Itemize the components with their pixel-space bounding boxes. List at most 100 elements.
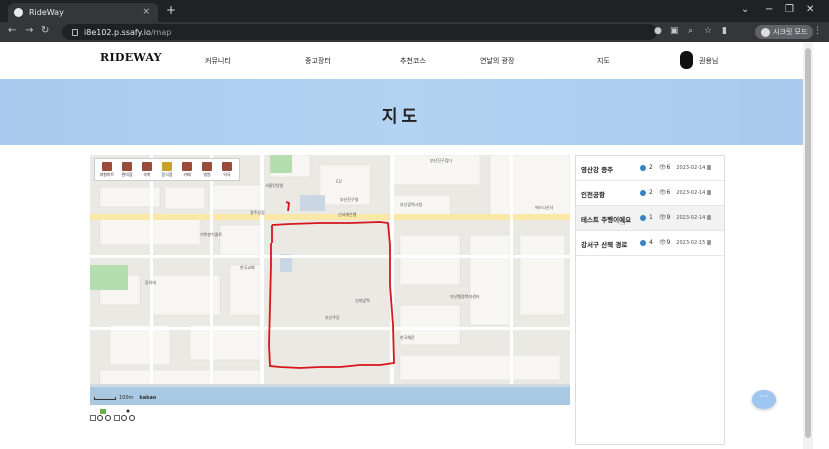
tab-close-icon[interactable]: × — [142, 7, 150, 17]
url-input[interactable]: i8e102.p.ssafy.io/map — [62, 24, 657, 40]
cyclist-icon — [121, 409, 135, 421]
address-bar-row: ← → ↻ i8e102.p.ssafy.io/map ● ▣ ⌕ ☆ ▮ 시크… — [0, 22, 829, 42]
location-icon[interactable]: ● — [654, 26, 662, 36]
like-icon — [640, 164, 646, 171]
trash-icon[interactable] — [707, 215, 712, 220]
nav-recommended-course[interactable]: 추천코스 — [400, 56, 426, 66]
category-convenience[interactable]: 편의점 — [117, 160, 137, 179]
course-item[interactable]: 테스트 주행이에요 1 👁 9 2023-02-14 — [576, 206, 724, 231]
scrollbar-thumb[interactable] — [805, 48, 811, 438]
view-icon: 👁 — [658, 189, 667, 196]
map-label: 한국해운 — [400, 335, 415, 340]
course-list: 영산강 종주 2 👁 6 2023-02-14 인천공항 2 👁 6 2023-02… — [575, 155, 725, 445]
category-hospital[interactable]: 병원 — [197, 160, 217, 179]
like-icon — [640, 189, 646, 196]
course-date: 2023-02-14 — [676, 164, 706, 171]
map-label: 신대앞역 — [355, 298, 370, 303]
back-arrow-icon[interactable]: ← — [8, 25, 16, 36]
view-icon: 👁 — [658, 214, 667, 221]
like-icon — [640, 214, 646, 221]
hospital-icon — [202, 162, 212, 171]
reload-icon[interactable]: ↻ — [41, 25, 49, 36]
translate-icon[interactable]: ▣ — [670, 26, 679, 36]
maximize-button[interactable]: ❐ — [785, 4, 794, 15]
site-header: RIDEWAY 커뮤니티 중고장터 추천코스 연날의 광장 지도 권용님 — [0, 42, 803, 79]
forward-arrow-icon[interactable]: → — [25, 25, 33, 36]
view-icon: 👁 — [658, 239, 667, 246]
rideway-favicon-icon — [14, 8, 23, 17]
map-label: 서울탄양원 — [265, 183, 284, 188]
tab-search-icon[interactable]: ⌄ — [741, 4, 749, 15]
nav-community[interactable]: 커뮤니티 — [205, 56, 231, 66]
course-meta: 4 👁 9 2023-02-15 — [640, 239, 712, 246]
incognito-icon — [761, 27, 770, 37]
new-tab-button[interactable]: + — [166, 3, 176, 17]
course-meta: 1 👁 9 2023-02-14 — [640, 214, 712, 221]
trash-icon[interactable] — [707, 190, 712, 195]
bicycle-icon — [97, 409, 111, 421]
course-item[interactable]: 인천공항 2 👁 6 2023-02-14 — [576, 181, 724, 206]
category-lodging[interactable]: 숙박 — [137, 160, 157, 179]
map-label: 부산진구립다 — [430, 158, 453, 163]
browser-tab-bar: RideWay × + ⌄ − ❐ ✕ — [0, 0, 829, 22]
restaurant-icon — [162, 162, 172, 171]
bookmark-star-icon[interactable]: ☆ — [704, 26, 712, 36]
course-item[interactable]: 영산강 종주 2 👁 6 2023-02-14 — [576, 156, 724, 181]
mart-icon — [102, 162, 112, 171]
site-logo[interactable]: RIDEWAY — [100, 51, 162, 64]
kakao-logo: kakao — [139, 395, 157, 401]
course-meta: 2 👁 6 2023-02-14 — [640, 164, 712, 171]
category-pharmacy[interactable]: 약국 — [217, 160, 237, 179]
profile-label: 시크릿 모드 — [773, 28, 808, 36]
map-label: 부산진구청 — [340, 197, 359, 202]
incognito-profile-button[interactable]: 시크릿 모드 — [755, 25, 814, 39]
page: RIDEWAY 커뮤니티 중고장터 추천코스 연날의 광장 지도 권용님 지도 — [0, 42, 803, 449]
map-label: 광주상점 — [250, 210, 265, 215]
map-label: 에스디산사 — [535, 205, 554, 210]
trash-icon[interactable] — [707, 165, 712, 170]
page-banner: 지도 — [0, 79, 803, 145]
bike-toggle-checkbox[interactable] — [90, 415, 96, 421]
course-date: 2023-02-14 — [676, 214, 706, 221]
course-meta: 2 👁 6 2023-02-14 — [640, 189, 712, 196]
map-category-toolbar: 대형마트 편의점 숙박 음식점 카페 병원 약국 — [94, 158, 240, 181]
trash-icon[interactable] — [707, 240, 712, 245]
category-restaurant[interactable]: 음식점 — [157, 160, 177, 179]
zoom-icon[interactable]: ⌕ — [688, 26, 693, 36]
nav-market[interactable]: 중고장터 — [305, 56, 331, 66]
sidepanel-icon[interactable]: ▮ — [722, 26, 727, 36]
map-label: 부산행정복지센터 — [450, 294, 480, 299]
username[interactable]: 권용님 — [699, 56, 718, 66]
course-date: 2023-02-15 — [676, 239, 706, 246]
category-mart[interactable]: 대형마트 — [97, 160, 117, 179]
nav-map[interactable]: 지도 — [597, 56, 610, 66]
category-cafe[interactable]: 카페 — [177, 160, 197, 179]
view-icon: 👁 — [658, 164, 667, 171]
course-item[interactable]: 강서구 산책 경로 4 👁 9 2023-02-15 — [576, 231, 724, 256]
minimize-button[interactable]: − — [765, 4, 773, 15]
map-scale: 100m kakao — [94, 395, 156, 401]
tab-title: RideWay — [29, 8, 64, 17]
page-scrollbar[interactable] — [803, 42, 813, 449]
page-title: 지도 — [381, 107, 422, 127]
map-label: 부산광역시청 — [400, 202, 423, 207]
map-label: 거북판기클로 — [200, 232, 223, 237]
lodging-icon — [142, 162, 152, 171]
user-avatar[interactable] — [680, 51, 693, 69]
map-tiles — [90, 155, 570, 405]
nav-plaza[interactable]: 연날의 광장 — [480, 56, 514, 66]
chat-button[interactable]: ··· — [752, 390, 776, 409]
course-name: 강서구 산책 경로 — [581, 241, 628, 249]
kakao-map[interactable]: 부산진구립다 CU 서울탄양원 부산진구청 신세계은행 광주상점 거북판기클로 … — [90, 155, 570, 405]
pharmacy-icon — [222, 162, 232, 171]
url-host: i8e102.p.ssafy.io — [84, 27, 151, 37]
scale-text: 100m — [119, 395, 134, 401]
map-label: 동의대 — [145, 280, 157, 285]
like-icon — [640, 239, 646, 246]
menu-dots-icon[interactable]: ⋮ — [813, 26, 822, 36]
url-path: /map — [150, 27, 172, 37]
walk-toggle-checkbox[interactable] — [114, 415, 120, 421]
close-window-button[interactable]: ✕ — [806, 4, 814, 15]
map-label: 부산주당 — [325, 315, 340, 320]
browser-tab[interactable]: RideWay × — [8, 3, 158, 22]
